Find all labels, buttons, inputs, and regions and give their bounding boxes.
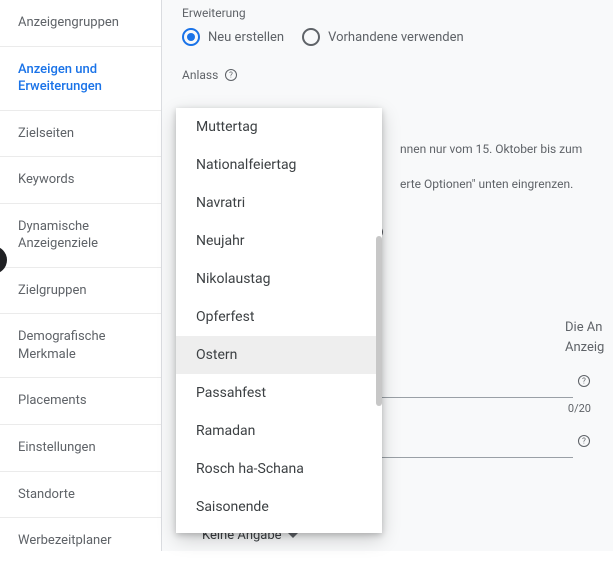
dropdown-option-saisonende[interactable]: Saisonende: [176, 488, 382, 526]
sidebar-item-zielgruppen[interactable]: Zielgruppen: [0, 268, 161, 315]
sidebar-item-werbezeitplaner[interactable]: Werbezeitplaner: [0, 518, 161, 564]
radio-neu-erstellen[interactable]: Neu erstellen: [182, 28, 284, 46]
dropdown-option-navratri[interactable]: Navratri: [176, 184, 382, 222]
dropdown-option-ramadan[interactable]: Ramadan: [176, 412, 382, 450]
radio-unselected-icon: [302, 28, 320, 46]
sidebar-item-dynamische-anzeigenziele[interactable]: Dynamische Anzeigenziele: [0, 204, 161, 268]
sidebar-item-anzeigengruppen[interactable]: Anzeigengruppen: [0, 0, 161, 47]
radio-vorhandene-verwenden[interactable]: Vorhandene verwenden: [302, 28, 464, 46]
occasion-label-row: Anlass ?: [182, 68, 593, 82]
occasion-label: Anlass: [182, 68, 218, 82]
dropdown-option-muttertag[interactable]: Muttertag: [176, 108, 382, 146]
sidebar-item-standorte[interactable]: Standorte: [0, 472, 161, 519]
extension-radio-group: Neu erstellen Vorhandene verwenden: [182, 28, 593, 46]
truncated-line: Die An: [565, 318, 613, 338]
hint-line: nnen nur vom 15. Oktober bis zum: [400, 140, 610, 159]
sidebar: Anzeigengruppen Anzeigen und Erweiterung…: [0, 0, 162, 551]
extension-section-label: Erweiterung: [182, 6, 593, 20]
truncated-line: Anzeig: [565, 338, 613, 358]
radio-label: Vorhandene verwenden: [328, 30, 464, 45]
dropdown-option-nationalfeiertag[interactable]: Nationalfeiertag: [176, 146, 382, 184]
hint-line: erte Optionen" unten eingrenzen.: [400, 175, 610, 194]
occasion-dropdown[interactable]: Muttertag Nationalfeiertag Navratri Neuj…: [176, 108, 382, 533]
radio-selected-icon: [182, 28, 200, 46]
sidebar-item-demografische-merkmale[interactable]: Demografische Merkmale: [0, 314, 161, 378]
scrollbar-thumb[interactable]: [376, 236, 382, 406]
dropdown-option-schulbeginn[interactable]: Schulbeginn: [176, 526, 382, 533]
help-icon[interactable]: ?: [224, 68, 238, 82]
svg-text:?: ?: [582, 437, 586, 446]
sidebar-item-anzeigen-erweiterungen[interactable]: Anzeigen und Erweiterungen: [0, 47, 161, 111]
text-input[interactable]: ? 0/20: [380, 370, 573, 398]
dropdown-option-nikolaustag[interactable]: Nikolaustag: [176, 260, 382, 298]
dropdown-option-rosch-ha-schana[interactable]: Rosch ha-Schana: [176, 450, 382, 488]
sidebar-item-zielseiten[interactable]: Zielseiten: [0, 111, 161, 158]
text-fields: ? 0/20 ?: [380, 370, 573, 490]
dropdown-option-ostern[interactable]: Ostern: [176, 336, 382, 374]
char-counter: 0/20: [568, 402, 591, 415]
sidebar-item-placements[interactable]: Placements: [0, 378, 161, 425]
chevron-down-icon: [288, 533, 298, 538]
sidebar-item-keywords[interactable]: Keywords: [0, 157, 161, 204]
dropdown-option-neujahr[interactable]: Neujahr: [176, 222, 382, 260]
help-icon[interactable]: ?: [577, 434, 591, 452]
svg-text:?: ?: [229, 71, 233, 80]
help-icon[interactable]: ?: [577, 374, 591, 392]
radio-label: Neu erstellen: [208, 30, 284, 45]
occasion-hint-text: nnen nur vom 15. Oktober bis zum erte Op…: [400, 140, 610, 194]
dropdown-option-passahfest[interactable]: Passahfest: [176, 374, 382, 412]
svg-text:?: ?: [582, 377, 586, 386]
right-panel-truncated: Die An Anzeig: [565, 318, 613, 357]
text-input[interactable]: ?: [380, 430, 573, 458]
sidebar-item-einstellungen[interactable]: Einstellungen: [0, 425, 161, 472]
dropdown-option-opferfest[interactable]: Opferfest: [176, 298, 382, 336]
